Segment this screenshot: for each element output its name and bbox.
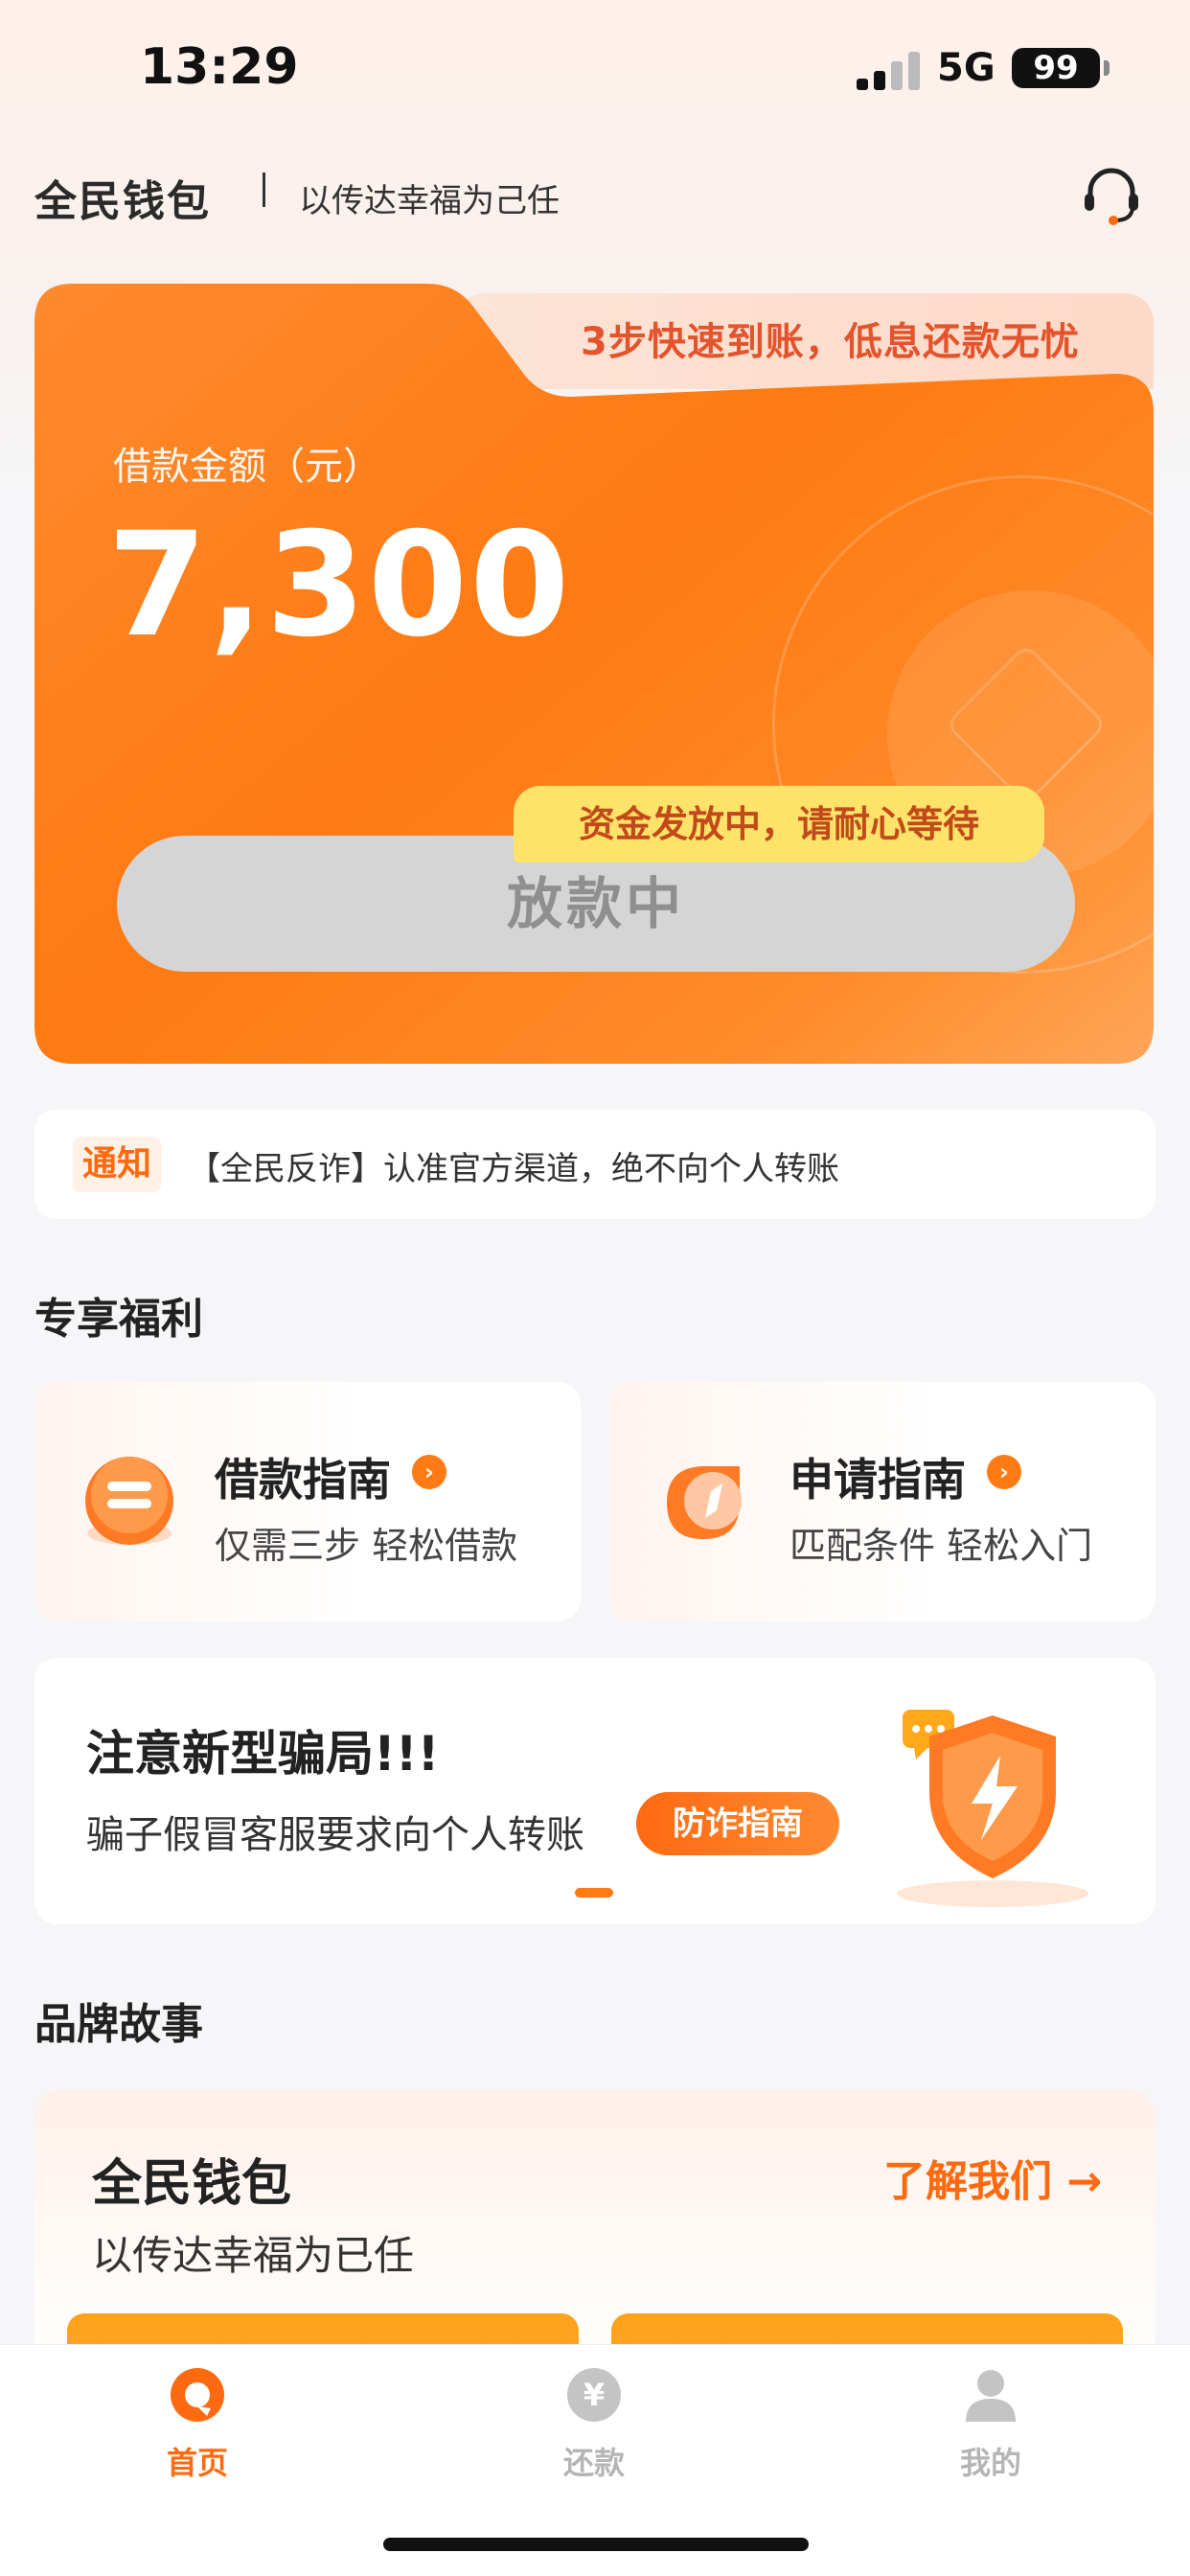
brand-story-subtitle: 以传达幸福为已任	[92, 2232, 415, 2279]
promo-text: 3步快速到账，低息还款无忧	[581, 320, 1080, 364]
anti-fraud-guide-button[interactable]: 防诈指南	[636, 1792, 839, 1855]
status-bar: 13:29 5G 99	[0, 0, 1190, 144]
tab-repay[interactable]: ¥ 还款	[498, 2366, 690, 2491]
network-type: 5G	[937, 46, 995, 90]
fraud-banner[interactable]: 注意新型骗局!!! 骗子假冒客服要求向个人转账 防诈指南	[34, 1658, 1156, 1924]
amount-label: 借款金额（元）	[113, 445, 381, 489]
status-time: 13:29	[140, 38, 299, 96]
benefits-title: 专享福利	[34, 1295, 203, 1344]
chevron-right-icon: ›	[987, 1455, 1021, 1489]
loan-guide-subtitle: 仅需三步 轻松借款	[215, 1525, 518, 1567]
tab-label: 还款	[562, 2445, 625, 2481]
svg-text:¥: ¥	[584, 2377, 605, 2413]
header-divider	[263, 172, 265, 207]
fraud-subtitle: 骗子假冒客服要求向个人转账	[86, 1813, 584, 1857]
loan-amount: 7,300	[107, 502, 572, 669]
status-tooltip: 资金发放中，请耐心等待	[514, 786, 1044, 862]
notice-bar[interactable]: 通知 【全民反诈】认准官方渠道，绝不向个人转账	[34, 1110, 1156, 1219]
brand-story-section-title: 品牌故事	[34, 2000, 203, 2049]
battery-icon: 99	[1012, 48, 1110, 88]
notice-text: 【全民反诈】认准官方渠道，绝不向个人转账	[188, 1150, 839, 1188]
headset-icon[interactable]	[1077, 161, 1146, 230]
tab-mine[interactable]: 我的	[895, 2366, 1087, 2491]
fraud-title: 注意新型骗局!!!	[86, 1726, 440, 1782]
signal-icon	[857, 52, 922, 90]
shield-lightning-icon	[858, 1677, 1098, 1917]
apply-guide-card[interactable]: 申请指南 › 匹配条件 轻松入门	[609, 1382, 1156, 1622]
loan-guide-title: 借款指南	[215, 1454, 391, 1506]
tab-home[interactable]: 首页	[102, 2366, 293, 2491]
tab-label: 我的	[959, 2445, 1021, 2481]
chevron-right-icon: ›	[412, 1455, 446, 1489]
brand-story-title: 全民钱包	[92, 2155, 292, 2213]
compass-icon	[648, 1445, 761, 1558]
about-us-link[interactable]: 了解我们 →	[883, 2147, 1102, 2208]
brand-tagline: 以传达幸福为己任	[299, 182, 560, 220]
loan-card: 借款金额（元） 7,300 放款中 资金发放中，请耐心等待 3步快速到账，低息还…	[34, 284, 1154, 1064]
brand-name: 全民钱包	[34, 177, 211, 226]
apply-guide-subtitle: 匹配条件 轻松入门	[790, 1525, 1093, 1567]
home-icon	[169, 2366, 226, 2424]
loan-guide-card[interactable]: 借款指南 › 仅需三步 轻松借款	[34, 1382, 581, 1622]
notice-tag: 通知	[73, 1137, 161, 1192]
loan-card-body: 借款金额（元） 7,300 放款中 资金发放中，请耐心等待	[34, 284, 1154, 1064]
loan-guide-icon	[73, 1445, 186, 1558]
yuan-icon: ¥	[565, 2366, 623, 2424]
home-indicator	[383, 2538, 809, 2551]
tab-label: 首页	[166, 2445, 228, 2481]
user-icon	[962, 2366, 1019, 2424]
apply-guide-title: 申请指南	[790, 1454, 966, 1506]
carousel-indicator	[575, 1888, 613, 1898]
